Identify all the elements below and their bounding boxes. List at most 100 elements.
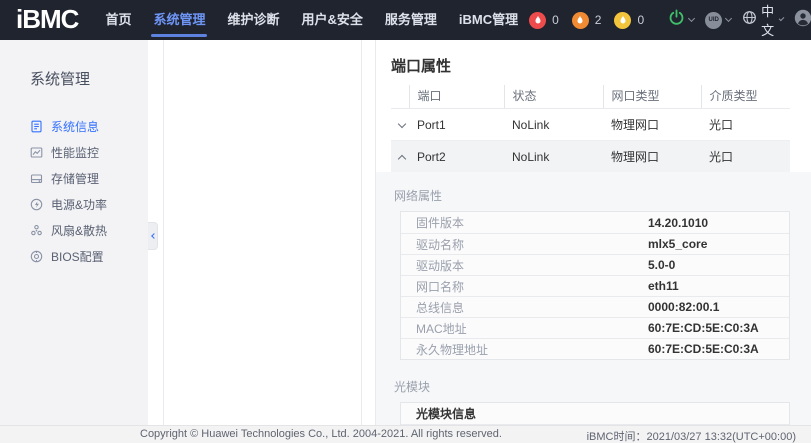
uid-indicator-dropdown[interactable]: UID: [705, 12, 731, 29]
avatar-icon: [794, 9, 811, 32]
field-value: 0000:82:00.1: [648, 300, 719, 314]
globe-icon: [742, 10, 757, 30]
nav-system-management[interactable]: 系统管理: [142, 0, 216, 40]
user-menu-button[interactable]: [794, 9, 811, 32]
panel-divider: [361, 40, 362, 425]
sidebar-title: 系统管理: [30, 68, 148, 89]
collapse-chevron-up-icon[interactable]: [398, 154, 406, 162]
major-alarm-button[interactable]: 2: [572, 12, 602, 29]
table-row: 驱动版本 5.0-0: [401, 254, 789, 275]
optical-module-title: 光模块: [394, 378, 790, 395]
footer: Copyright © Huawei Technologies Co., Ltd…: [0, 425, 811, 443]
ibmc-logo: iBMC: [16, 4, 78, 35]
critical-alarm-button[interactable]: 0: [529, 12, 559, 29]
sidebar-item-label: 电源&功率: [51, 196, 107, 213]
optical-module-info-header: 光模块信息: [401, 403, 789, 424]
language-label: 中文: [761, 1, 776, 39]
chart-icon: [30, 146, 43, 159]
field-value: mlx5_core: [648, 237, 707, 251]
copyright-text: Copyright © Huawei Technologies Co., Ltd…: [140, 428, 502, 440]
sidebar-item-performance-monitoring[interactable]: 性能监控: [0, 139, 148, 165]
table-row: 驱动名称 mlx5_core: [401, 233, 789, 254]
language-dropdown[interactable]: 中文: [742, 1, 783, 39]
chevron-down-icon: [725, 15, 732, 22]
port2-media-type: 光口: [701, 141, 790, 173]
port2-status: NoLink: [504, 141, 603, 173]
sidebar: 系统管理 系统信息 性能监控 存储管理: [0, 40, 148, 425]
expand-chevron-down-icon[interactable]: [398, 119, 406, 127]
port1-name: Port1: [409, 109, 504, 141]
field-value: 5.0-0: [648, 258, 675, 272]
table-row-port2: Port2 NoLink 物理网口 光口: [391, 141, 790, 173]
field-label: MAC地址: [401, 320, 648, 337]
sidebar-item-storage-management[interactable]: 存储管理: [0, 165, 148, 191]
col-port: 端口: [409, 85, 504, 109]
port2-expanded-details: 网络属性 固件版本 14.20.1010 驱动名称 mlx5_core 驱动版本…: [376, 172, 811, 425]
field-label: 永久物理地址: [401, 341, 648, 358]
network-properties-title: 网络属性: [394, 187, 790, 204]
sidebar-menu: 系统信息 性能监控 存储管理 电源&功率: [0, 113, 148, 269]
page-title: 端口属性: [391, 55, 790, 76]
sidebar-item-system-info[interactable]: 系统信息: [0, 113, 148, 139]
port2-net-type: 物理网口: [603, 141, 701, 173]
power-icon: [30, 198, 43, 211]
sidebar-item-fan-cooling[interactable]: 风扇&散热: [0, 217, 148, 243]
minor-alarm-button[interactable]: 0: [614, 12, 644, 29]
field-label: 驱动名称: [401, 236, 648, 253]
nav-service-management[interactable]: 服务管理: [374, 0, 448, 40]
port-table-header: 端口 状态 网口类型 介质类型: [391, 85, 790, 109]
major-alarm-count: 2: [595, 13, 602, 27]
chevron-left-icon: [151, 233, 157, 239]
document-icon: [30, 120, 43, 133]
sidebar-item-label: 存储管理: [51, 170, 99, 187]
major-alarm-flame-icon: [572, 12, 589, 29]
sidebar-item-bios-config[interactable]: BIOS配置: [0, 243, 148, 269]
nav-user-security[interactable]: 用户&安全: [290, 0, 373, 40]
nav-ibmc-management[interactable]: iBMC管理: [448, 0, 529, 40]
sidebar-item-power-wattage[interactable]: 电源&功率: [0, 191, 148, 217]
minor-alarm-flame-icon: [614, 12, 631, 29]
port2-name: Port2: [409, 141, 504, 173]
nav-home[interactable]: 首页: [94, 0, 142, 40]
chevron-down-icon: [688, 15, 695, 22]
minor-alarm-count: 0: [637, 13, 644, 27]
gear-icon: [30, 250, 43, 263]
field-label: 总线信息: [401, 299, 648, 316]
top-bar: iBMC 首页 系统管理 维护诊断 用户&安全 服务管理 iBMC管理 0 2: [0, 0, 811, 40]
network-properties-table: 固件版本 14.20.1010 驱动名称 mlx5_core 驱动版本 5.0-…: [400, 211, 790, 360]
power-control-dropdown[interactable]: [668, 9, 694, 31]
nav-maintenance-diagnosis[interactable]: 维护诊断: [216, 0, 290, 40]
col-status: 状态: [504, 85, 603, 109]
storage-icon: [30, 172, 43, 185]
uid-icon: UID: [705, 12, 722, 29]
port-properties-panel: 端口属性 端口 状态 网口类型 介质类型 Port1 NoLink 物理网口 光…: [375, 40, 811, 425]
field-value: 60:7E:CD:5E:C0:3A: [648, 342, 759, 356]
ibmc-time-label: iBMC时间：: [587, 431, 647, 443]
field-label: 网口名称: [401, 278, 648, 295]
port1-media-type: 光口: [701, 109, 790, 141]
col-net-type: 网口类型: [603, 85, 701, 109]
field-value: eth11: [648, 279, 679, 293]
table-row: MAC地址 60:7E:CD:5E:C0:3A: [401, 317, 789, 338]
optical-module-table: 光模块信息 厂商 WTD 序列号 HN205200110043: [400, 402, 790, 425]
power-icon: [668, 9, 685, 31]
header-right-cluster: 0 2 0: [529, 1, 811, 39]
port-table: 端口 状态 网口类型 介质类型 Port1 NoLink 物理网口 光口 Por…: [391, 85, 790, 172]
chevron-down-icon: [779, 16, 785, 22]
table-row: 固件版本 14.20.1010: [401, 212, 789, 233]
port1-status: NoLink: [504, 109, 603, 141]
table-row-port1: Port1 NoLink 物理网口 光口: [391, 109, 790, 141]
critical-alarm-flame-icon: [529, 12, 546, 29]
panel-divider: [163, 40, 164, 425]
table-row: 总线信息 0000:82:00.1: [401, 296, 789, 317]
field-value: 60:7E:CD:5E:C0:3A: [648, 321, 759, 335]
sidebar-collapse-handle[interactable]: [148, 222, 158, 250]
sidebar-item-label: 系统信息: [51, 118, 99, 135]
top-nav: 首页 系统管理 维护诊断 用户&安全 服务管理 iBMC管理: [94, 0, 529, 40]
field-value: 14.20.1010: [648, 216, 708, 230]
table-row: 永久物理地址 60:7E:CD:5E:C0:3A: [401, 338, 789, 359]
ibmc-time: iBMC时间：2021/03/27 13:32(UTC+00:00): [587, 428, 796, 443]
col-media-type: 介质类型: [701, 85, 790, 109]
fan-icon: [30, 224, 43, 237]
sidebar-item-label: 性能监控: [51, 144, 99, 161]
